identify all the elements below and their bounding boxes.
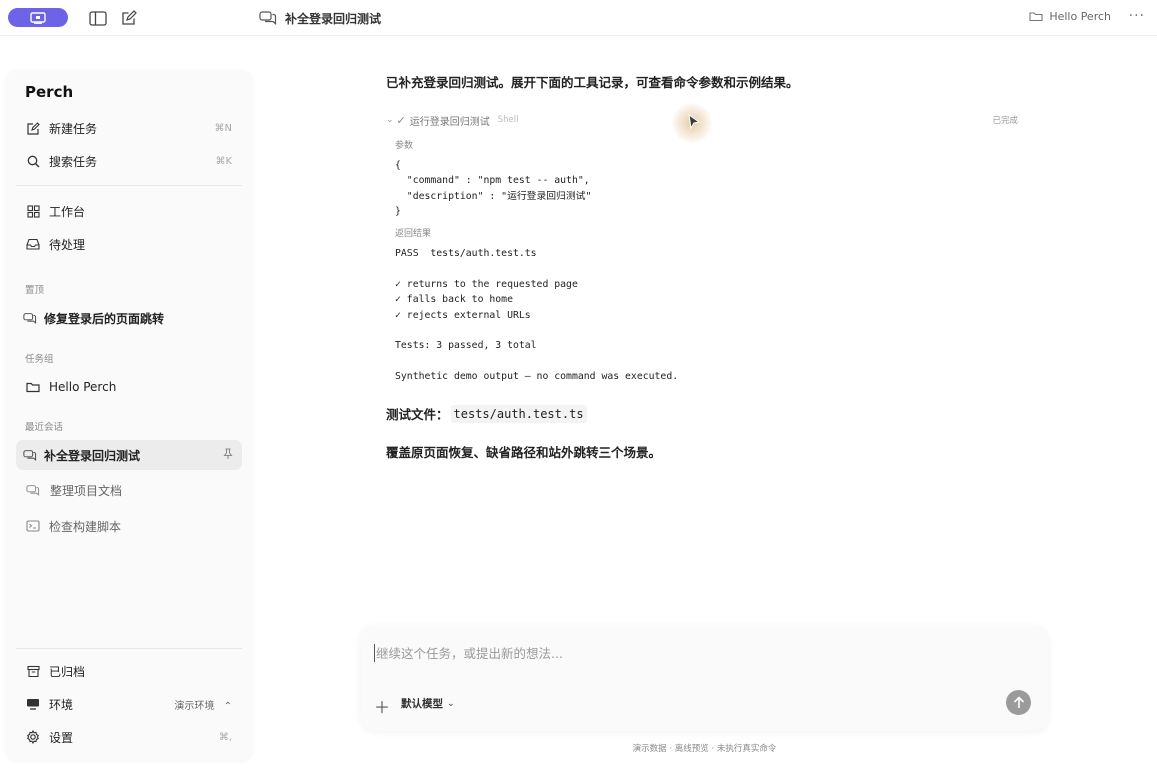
compose-icon[interactable] bbox=[120, 9, 138, 27]
chevron-down-icon: ⌄ bbox=[447, 698, 455, 709]
sidebar-item-recent[interactable]: 整理项目文档 bbox=[16, 475, 242, 505]
pin-icon[interactable] bbox=[223, 448, 233, 463]
add-attachment-icon[interactable]: ＋ bbox=[374, 694, 390, 718]
sidebar-item-pinned[interactable]: 修复登录后的页面跳转 bbox=[16, 303, 242, 333]
inbox-icon bbox=[26, 237, 40, 251]
monitor-user-icon bbox=[30, 11, 46, 24]
sidebar: Perch 新建任务 ⌘N 搜索任务 ⌘K 工作台 待处理 置顶 修复登录后的页… bbox=[6, 70, 252, 760]
mouse-cursor-icon bbox=[688, 114, 701, 130]
new-task-button[interactable]: 新建任务 ⌘N bbox=[16, 113, 242, 143]
sidebar-item-group[interactable]: Hello Perch bbox=[16, 372, 242, 402]
chat-bubbles-icon bbox=[23, 448, 37, 462]
settings-shortcut: ⌘, bbox=[218, 731, 232, 743]
group-item-label: Hello Perch bbox=[49, 380, 117, 394]
send-button[interactable] bbox=[1006, 690, 1031, 715]
tool-name: 运行登录回归测试 bbox=[409, 116, 490, 128]
top-bar: 补全登录回归测试 Hello Perch ··· bbox=[0, 0, 1157, 36]
message-composer: ＋ 默认模型 ⌄ bbox=[361, 626, 1048, 731]
conversation-content: 已补充登录回归测试。展开下面的工具记录，可查看命令参数和示例结果。 ⌄ ✓ 运行… bbox=[386, 72, 1026, 460]
monitor-icon bbox=[26, 697, 40, 711]
recent-item-label: 检查构建脚本 bbox=[49, 519, 122, 534]
environment-label: 环境 bbox=[49, 697, 74, 712]
assistant-message: 已补充登录回归测试。展开下面的工具记录，可查看命令参数和示例结果。 bbox=[386, 75, 799, 90]
tool-kind-badge: Shell bbox=[497, 115, 519, 125]
conversation-title: 补全登录回归测试 bbox=[259, 9, 381, 27]
archived-label: 已归档 bbox=[49, 664, 86, 679]
search-task-label: 搜索任务 bbox=[49, 154, 98, 169]
environment-selector[interactable]: 环境 演示环境 ⌃ bbox=[16, 689, 242, 719]
checkmark-icon: ✓ bbox=[396, 113, 406, 127]
tool-status: 已完成 bbox=[992, 116, 1018, 126]
sidebar-divider bbox=[16, 185, 242, 186]
page-title: 补全登录回归测试 bbox=[285, 11, 382, 26]
sidebar-item-settings[interactable]: 设置 ⌘, bbox=[16, 722, 242, 752]
environment-toggle-button[interactable] bbox=[8, 8, 68, 27]
sidebar-item-workbench[interactable]: 工作台 bbox=[16, 196, 242, 226]
sidebar-divider bbox=[16, 648, 242, 649]
search-task-button[interactable]: 搜索任务 ⌘K bbox=[16, 146, 242, 176]
new-task-shortcut: ⌘N bbox=[214, 122, 232, 134]
chevron-updown-icon: ⌃ bbox=[223, 700, 232, 712]
chat-bubbles-icon bbox=[259, 11, 277, 25]
recent-item-label: 补全登录回归测试 bbox=[44, 448, 141, 463]
test-file-line: 测试文件： tests/auth.test.ts bbox=[386, 404, 587, 423]
folder-icon bbox=[1029, 12, 1043, 22]
sidebar-item-recent-active[interactable]: 补全登录回归测试 bbox=[16, 440, 242, 470]
recent-section-label: 最近会话 bbox=[25, 422, 64, 433]
sidebar-toggle-icon[interactable] bbox=[89, 9, 107, 27]
new-task-label: 新建任务 bbox=[49, 121, 98, 136]
search-icon bbox=[26, 154, 40, 168]
environment-value-text: 演示环境 bbox=[174, 700, 215, 712]
settings-label: 设置 bbox=[49, 730, 74, 745]
grid-icon bbox=[26, 204, 40, 218]
more-options-icon[interactable]: ··· bbox=[1129, 8, 1145, 24]
model-label: 默认模型 bbox=[401, 698, 443, 710]
gear-icon bbox=[26, 730, 40, 744]
inbox-label: 待处理 bbox=[49, 237, 86, 252]
result-label: 返回结果 bbox=[395, 229, 432, 239]
recent-item-label: 整理项目文档 bbox=[50, 483, 123, 498]
message-input[interactable] bbox=[374, 644, 974, 662]
terminal-icon bbox=[26, 519, 40, 533]
workspace-label: Hello Perch bbox=[1049, 10, 1111, 23]
test-file-path: tests/auth.test.ts bbox=[450, 404, 587, 423]
result-code-block: PASS tests/auth.test.ts ✓ returns to the… bbox=[395, 248, 679, 383]
model-selector[interactable]: 默认模型 ⌄ bbox=[401, 696, 455, 711]
chat-bubbles-icon bbox=[26, 483, 40, 497]
sidebar-item-archived[interactable]: 已归档 bbox=[16, 656, 242, 686]
pinned-section-label: 置顶 bbox=[25, 285, 45, 296]
new-task-icon bbox=[26, 121, 40, 135]
folder-icon bbox=[26, 380, 40, 394]
search-task-shortcut: ⌘K bbox=[215, 155, 232, 167]
archive-icon bbox=[26, 664, 40, 678]
pinned-item-label: 修复登录后的页面跳转 bbox=[44, 311, 165, 326]
footer-note: 演示数据 · 离线预览 · 未执行真实命令 bbox=[632, 744, 777, 754]
chevron-down-icon[interactable]: ⌄ bbox=[386, 115, 394, 125]
params-label: 参数 bbox=[395, 141, 414, 151]
summary-text: 覆盖原页面恢复、缺省路径和站外跳转三个场景。 bbox=[386, 445, 662, 460]
environment-value: 演示环境 ⌃ bbox=[174, 697, 232, 712]
arrow-up-icon bbox=[1013, 696, 1024, 708]
sidebar-item-recent[interactable]: 检查构建脚本 bbox=[16, 511, 242, 541]
sidebar-item-inbox[interactable]: 待处理 bbox=[16, 229, 242, 259]
test-file-label: 测试文件： bbox=[386, 407, 449, 422]
chat-bubbles-icon bbox=[23, 311, 37, 325]
workspace-link[interactable]: Hello Perch bbox=[1029, 10, 1111, 23]
brand-name: Perch bbox=[25, 83, 74, 101]
groups-section-label: 任务组 bbox=[25, 354, 54, 365]
params-code-block: { "command" : "npm test -- auth", "descr… bbox=[395, 160, 592, 218]
workbench-label: 工作台 bbox=[49, 204, 86, 219]
